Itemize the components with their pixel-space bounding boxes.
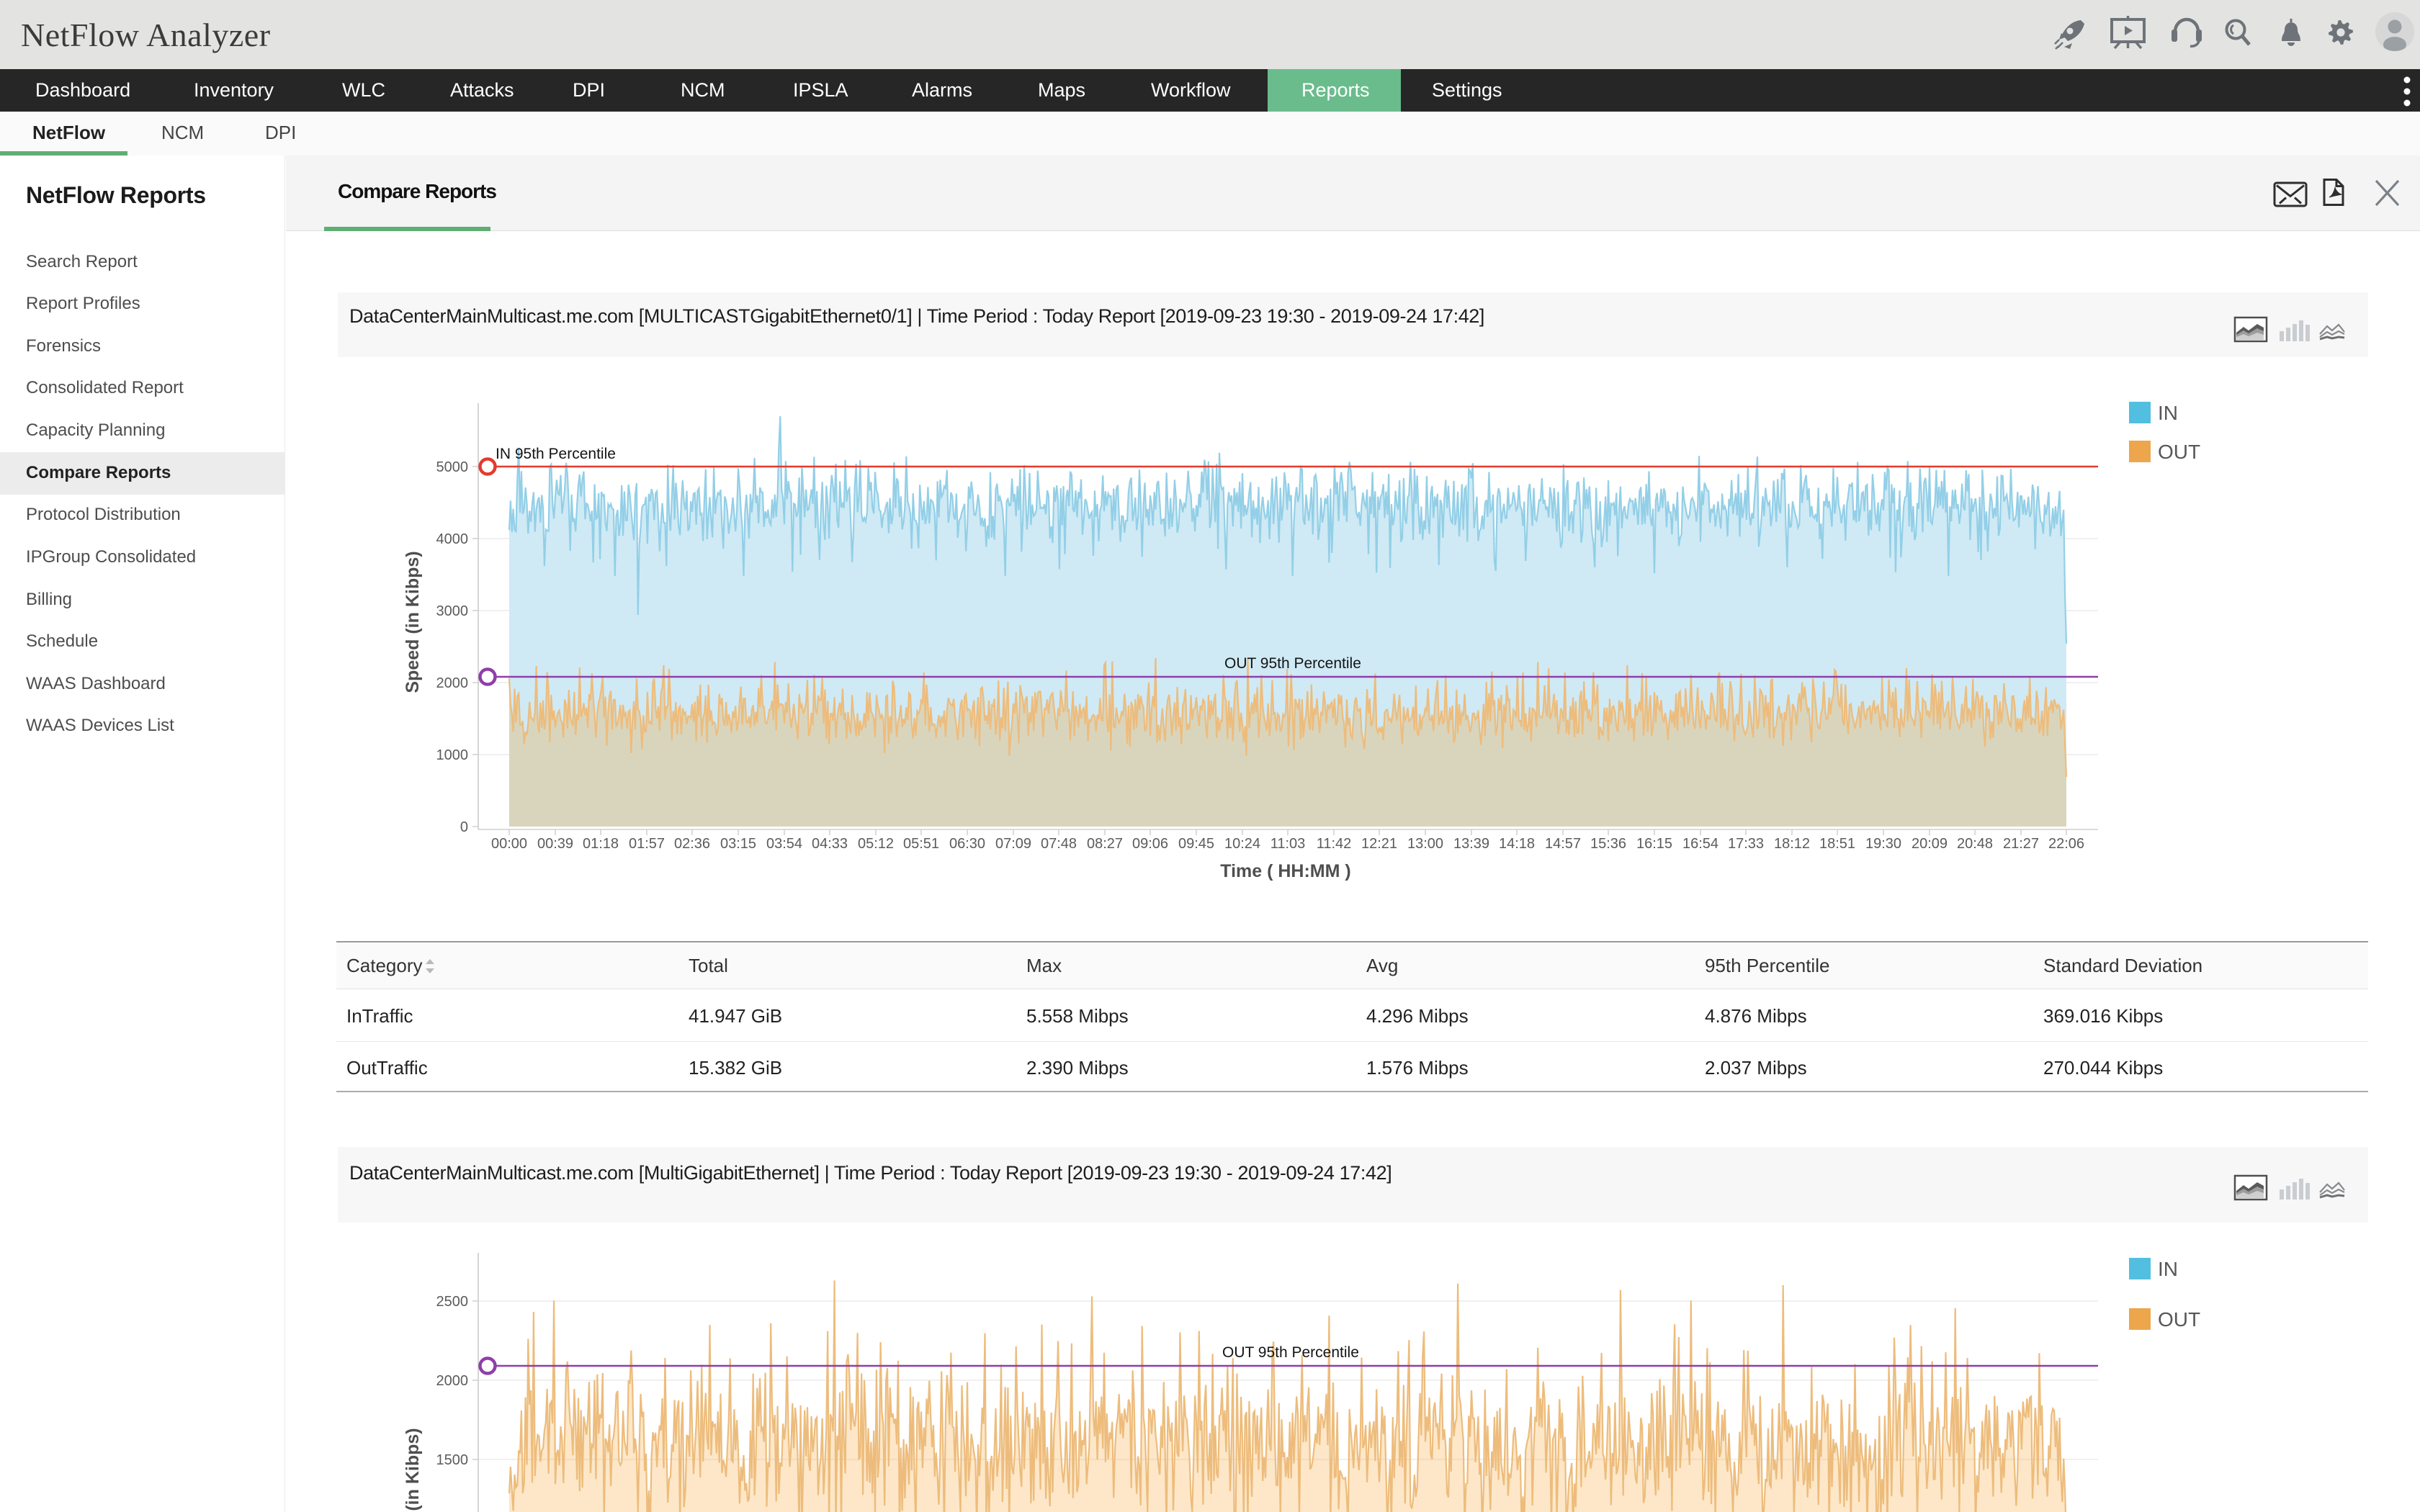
svg-text:Time ( HH:MM ): Time ( HH:MM ) — [1220, 861, 1350, 881]
svg-text:10:24: 10:24 — [1224, 836, 1260, 852]
svg-text:OUT 95th Percentile: OUT 95th Percentile — [1224, 655, 1361, 672]
svg-text:Speed (in Kibps): Speed (in Kibps) — [403, 551, 423, 693]
svg-text:13:00: 13:00 — [1407, 836, 1443, 852]
svg-text:01:57: 01:57 — [629, 836, 665, 852]
svg-text:2000: 2000 — [436, 675, 469, 691]
svg-text:19:30: 19:30 — [1865, 836, 1901, 852]
svg-text:20:48: 20:48 — [1957, 836, 1993, 852]
svg-text:00:00: 00:00 — [491, 836, 527, 852]
svg-text:12:21: 12:21 — [1361, 836, 1397, 852]
svg-text:5000: 5000 — [436, 459, 469, 475]
svg-text:20:09: 20:09 — [1912, 836, 1948, 852]
svg-text:18:51: 18:51 — [1819, 836, 1855, 852]
svg-text:2500: 2500 — [436, 1294, 469, 1310]
svg-text:07:48: 07:48 — [1041, 836, 1077, 852]
svg-text:06:30: 06:30 — [949, 836, 985, 852]
svg-text:1000: 1000 — [436, 747, 469, 763]
svg-text:00:39: 00:39 — [537, 836, 573, 852]
svg-text:OUT: OUT — [2158, 1308, 2200, 1331]
svg-text:09:06: 09:06 — [1132, 836, 1168, 852]
svg-text:14:57: 14:57 — [1545, 836, 1581, 852]
svg-text:02:36: 02:36 — [674, 836, 710, 852]
svg-text:04:33: 04:33 — [812, 836, 848, 852]
svg-text:4000: 4000 — [436, 531, 469, 547]
svg-text:03:15: 03:15 — [720, 836, 756, 852]
svg-text:16:54: 16:54 — [1682, 836, 1718, 852]
svg-text:05:12: 05:12 — [858, 836, 894, 852]
svg-text:IN: IN — [2158, 1258, 2178, 1280]
svg-text:3000: 3000 — [436, 603, 469, 619]
svg-text:Speed (in Kibps): Speed (in Kibps) — [403, 1428, 423, 1512]
svg-text:09:45: 09:45 — [1178, 836, 1214, 852]
svg-text:0: 0 — [460, 819, 468, 835]
svg-text:07:09: 07:09 — [995, 836, 1031, 852]
svg-text:01:18: 01:18 — [583, 836, 619, 852]
svg-text:05:51: 05:51 — [903, 836, 939, 852]
svg-text:18:12: 18:12 — [1774, 836, 1810, 852]
svg-text:13:39: 13:39 — [1453, 836, 1489, 852]
svg-text:11:42: 11:42 — [1317, 836, 1352, 852]
svg-text:11:03: 11:03 — [1270, 836, 1306, 852]
svg-text:IN: IN — [2158, 402, 2178, 424]
svg-text:OUT: OUT — [2158, 441, 2200, 463]
svg-text:21:27: 21:27 — [2003, 836, 2039, 852]
svg-text:08:27: 08:27 — [1087, 836, 1123, 852]
svg-text:15:36: 15:36 — [1590, 836, 1626, 852]
svg-text:22:06: 22:06 — [2048, 836, 2084, 852]
svg-text:1500: 1500 — [436, 1452, 469, 1468]
svg-text:03:54: 03:54 — [766, 836, 802, 852]
svg-text:IN 95th Percentile: IN 95th Percentile — [496, 446, 616, 462]
svg-text:14:18: 14:18 — [1499, 836, 1535, 852]
svg-text:16:15: 16:15 — [1636, 836, 1672, 852]
svg-text:17:33: 17:33 — [1728, 836, 1764, 852]
svg-text:2000: 2000 — [436, 1373, 469, 1389]
svg-text:OUT 95th Percentile: OUT 95th Percentile — [1222, 1344, 1359, 1361]
